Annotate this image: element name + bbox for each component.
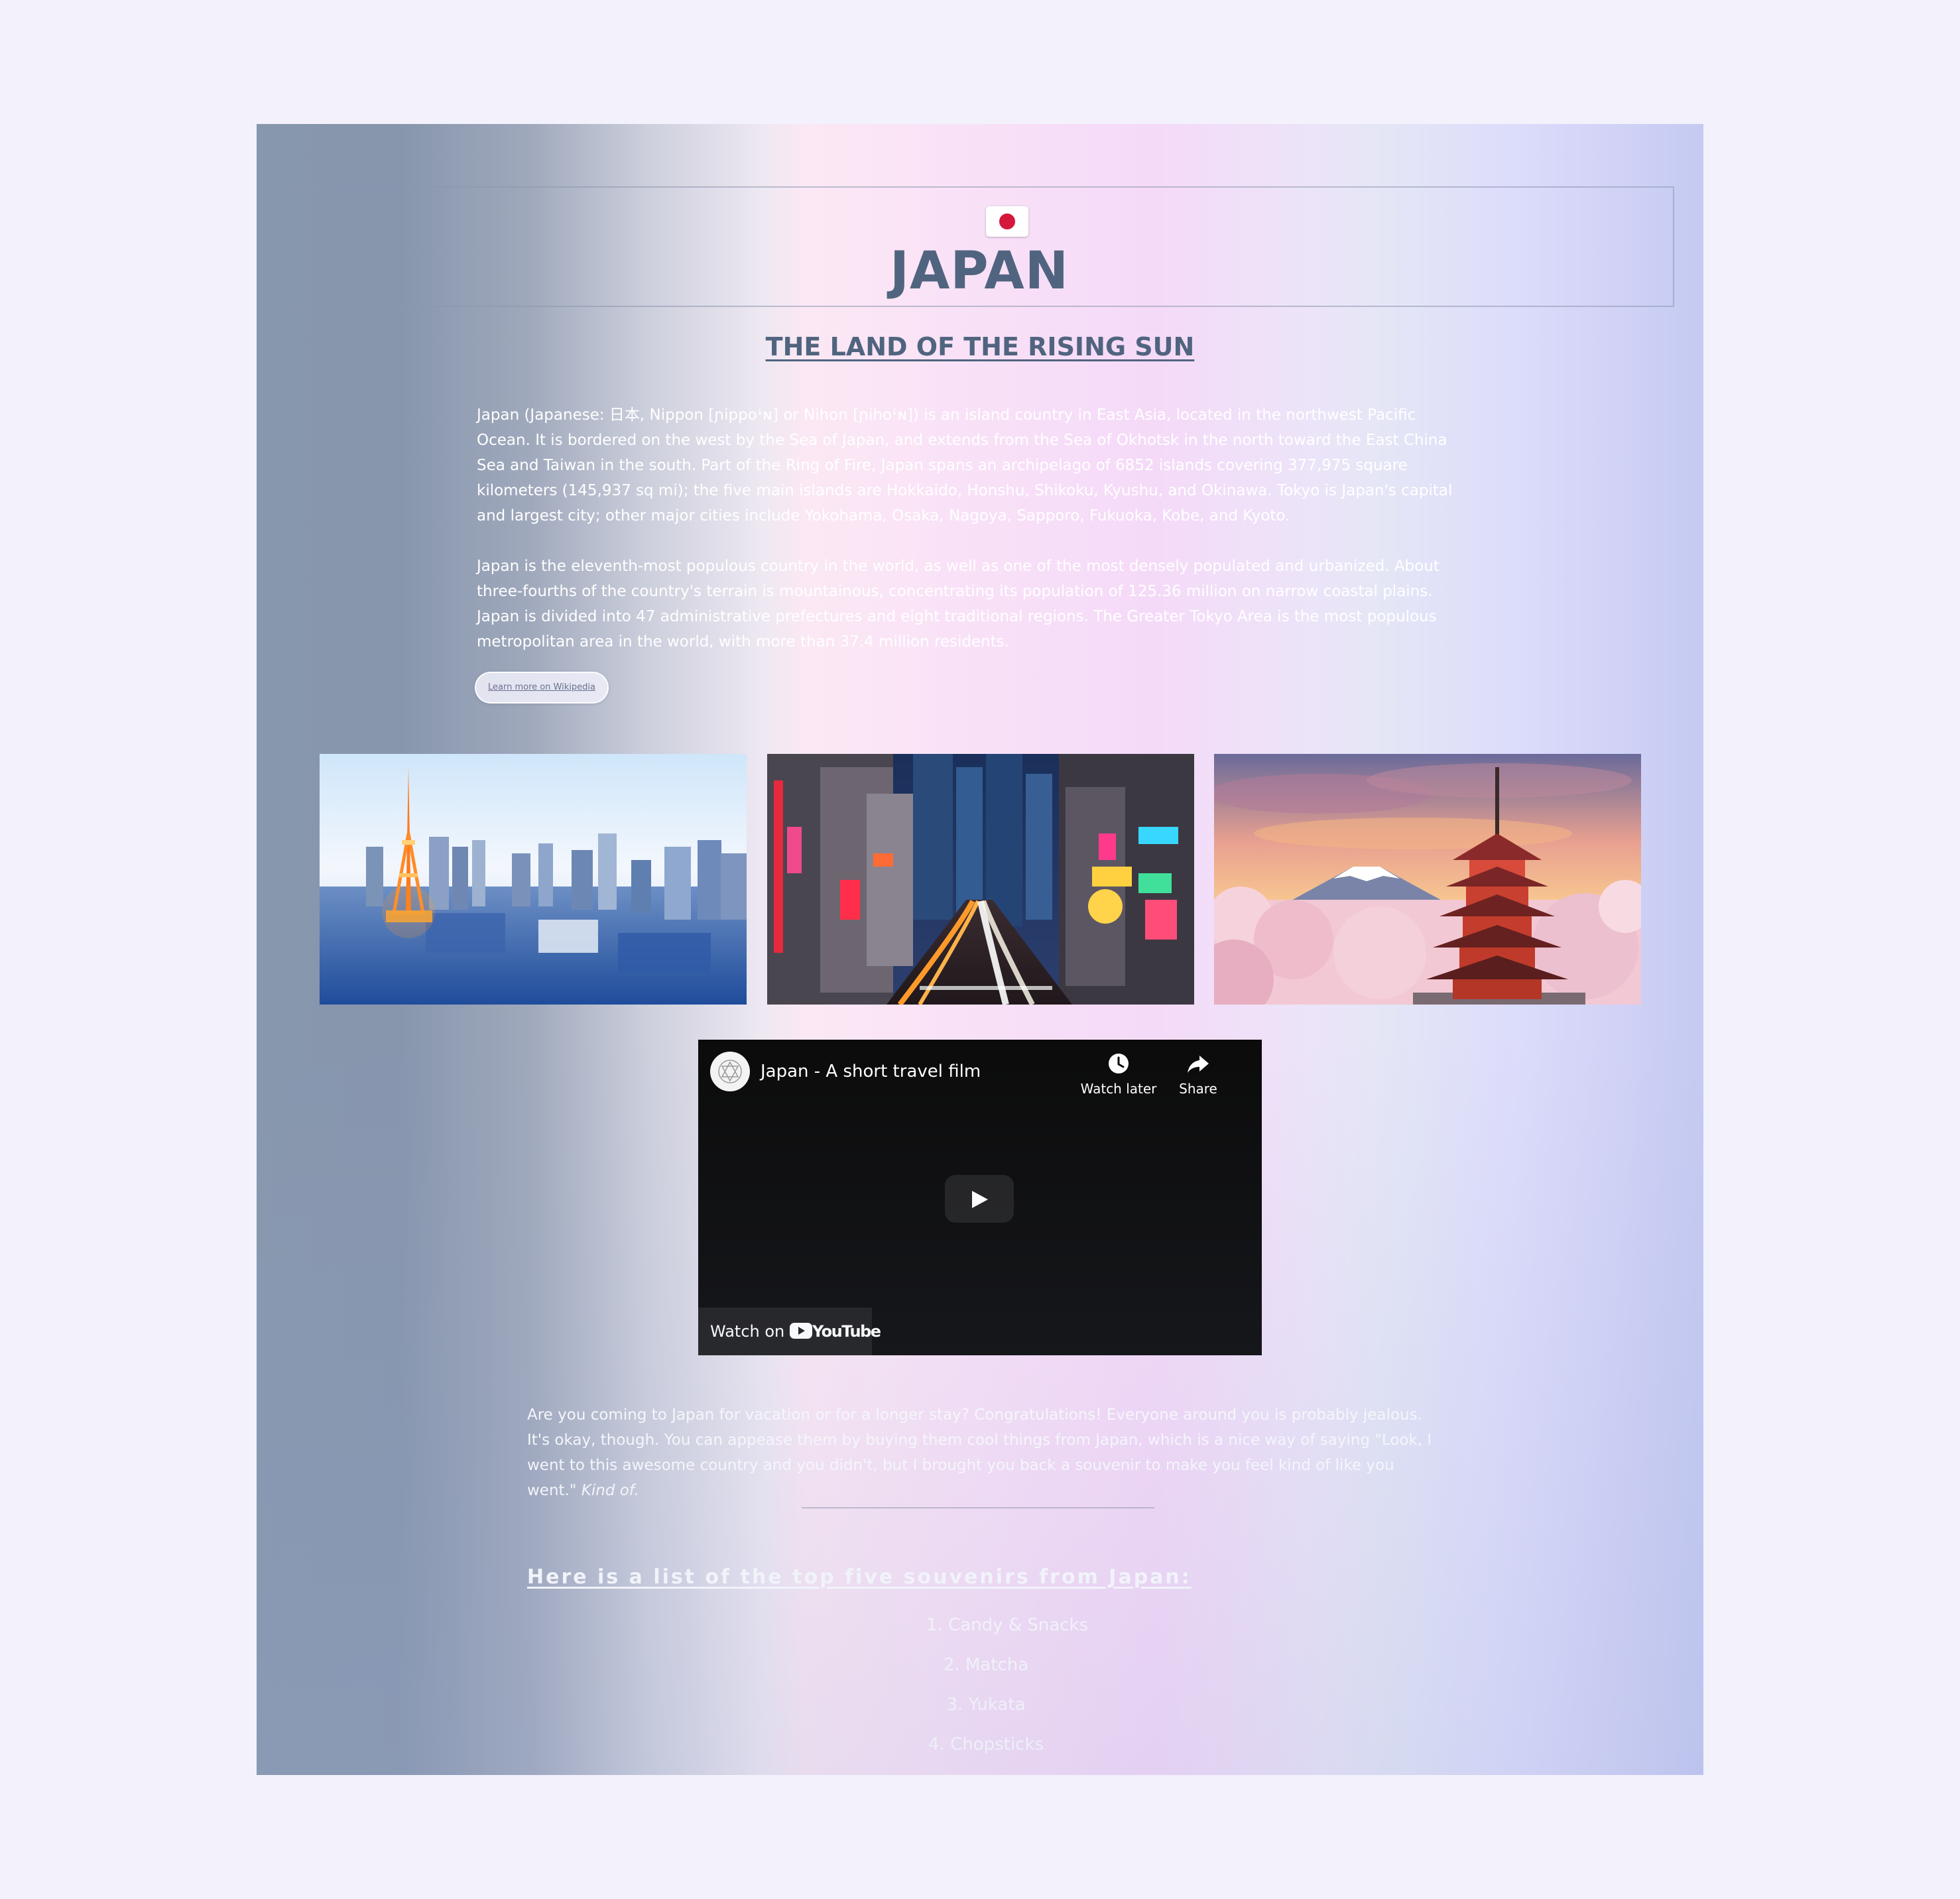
youtube-wordmark: YouTube	[812, 1322, 881, 1341]
play-icon	[972, 1191, 988, 1208]
play-button[interactable]	[945, 1175, 1014, 1223]
header: JAPAN	[284, 186, 1674, 307]
tokyo-tower-photo	[320, 754, 747, 1005]
youtube-video-embed[interactable]: Japan - A short travel film Watch later …	[698, 1040, 1262, 1355]
intro-paragraph: Japan (Japanese: 日本, Nippon [ɲippoꜜɴ] or…	[477, 406, 1453, 524]
watch-later-label: Watch later	[1080, 1081, 1157, 1097]
watch-on-label: Watch on	[710, 1322, 785, 1341]
youtube-logo-icon	[790, 1323, 812, 1339]
page-subtitle: THE LAND OF THE RISING SUN	[765, 332, 1195, 361]
souvenir-list-heading: Here is a list of the top five souvenirs…	[527, 1565, 1192, 1589]
share-arrow-icon	[1188, 1056, 1209, 1073]
share-button[interactable]: Share	[1158, 1050, 1238, 1097]
watch-later-button[interactable]: Watch later	[1079, 1050, 1158, 1097]
intro-section: Japan (Japanese: 日本, Nippon [ɲippoꜜɴ] or…	[477, 402, 1471, 680]
page-container: JAPAN THE LAND OF THE RISING SUN Japan (…	[257, 124, 1703, 1775]
page-title: JAPAN	[889, 241, 1070, 301]
list-item: 1. Candy & Snacks	[926, 1615, 1089, 1635]
souvenir-intro-paragraph: Are you coming to Japan for vacation or …	[527, 1402, 1442, 1503]
shinjuku-street-photo	[767, 754, 1194, 1005]
outro-text: Are you coming to Japan for vacation or …	[527, 1406, 1432, 1499]
list-item: 4. Chopsticks	[928, 1735, 1044, 1754]
mount-fuji-pagoda-photo	[1214, 754, 1641, 1005]
section-divider	[802, 1507, 1154, 1508]
clock-icon	[1109, 1054, 1129, 1073]
share-label: Share	[1179, 1081, 1217, 1097]
intro-paragraph: Japan is the eleventh-most populous coun…	[477, 558, 1439, 650]
video-title[interactable]: Japan - A short travel film	[761, 1060, 981, 1083]
list-item: 3. Yukata	[946, 1695, 1026, 1715]
outro-emphasis: Kind of.	[581, 1482, 639, 1499]
channel-avatar[interactable]	[710, 1052, 750, 1091]
japan-flag-icon	[986, 206, 1028, 237]
wikipedia-link-button[interactable]: Learn more on Wikipedia	[475, 672, 609, 704]
watch-on-youtube-button[interactable]: Watch on YouTube	[698, 1308, 881, 1355]
souvenir-list: 1. Candy & Snacks 2. Matcha 3. Yukata 4.…	[926, 1605, 1089, 1764]
list-item: 2. Matcha	[943, 1655, 1029, 1675]
